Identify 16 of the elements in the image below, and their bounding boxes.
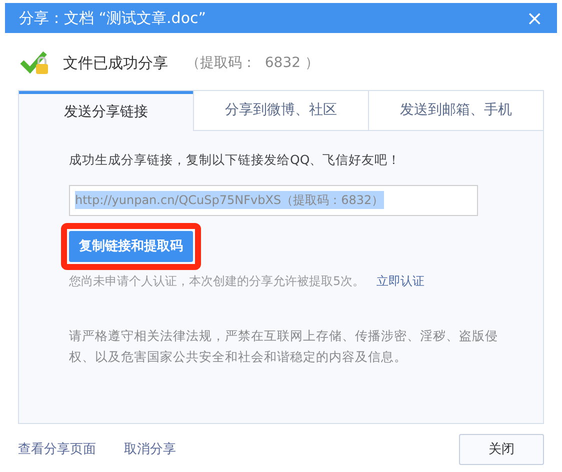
legal-notice: 请严格遵守相关法律法规，严禁在互联网上存储、传播涉密、淫秽、盗版侵权、以及危害国家公共安全和社会和谐稳定的内容及信息。 — [69, 326, 499, 366]
copy-link-button[interactable]: 复制链接和提取码 — [69, 230, 193, 262]
extraction-code: （提取码： 6832 ） — [186, 54, 319, 72]
verify-link[interactable]: 立即认证 — [376, 272, 425, 290]
footer-link[interactable]: 查看分享页面 — [18, 440, 96, 460]
tab[interactable]: 分享到微博、社区 — [193, 91, 368, 131]
notice-text: 您尚未申请个人认证，本次创建的分享允许被提取5次。 — [69, 272, 365, 290]
tab[interactable]: 发送到邮箱、手机 — [368, 91, 543, 131]
success-message: 文件已成功分享 — [63, 52, 168, 74]
close-button[interactable]: × — [526, 8, 543, 28]
tab[interactable]: 发送分享链接 — [19, 91, 193, 131]
check-lock-icon — [20, 50, 50, 76]
footer-link[interactable]: 取消分享 — [124, 440, 176, 460]
instruction-text: 成功生成分享链接，复制以下链接发给QQ、飞信好友吧！ — [69, 151, 402, 169]
close-dialog-button[interactable]: 关闭 — [459, 434, 544, 465]
window-title: 分享：文档 “测试文章.doc” — [19, 8, 206, 29]
